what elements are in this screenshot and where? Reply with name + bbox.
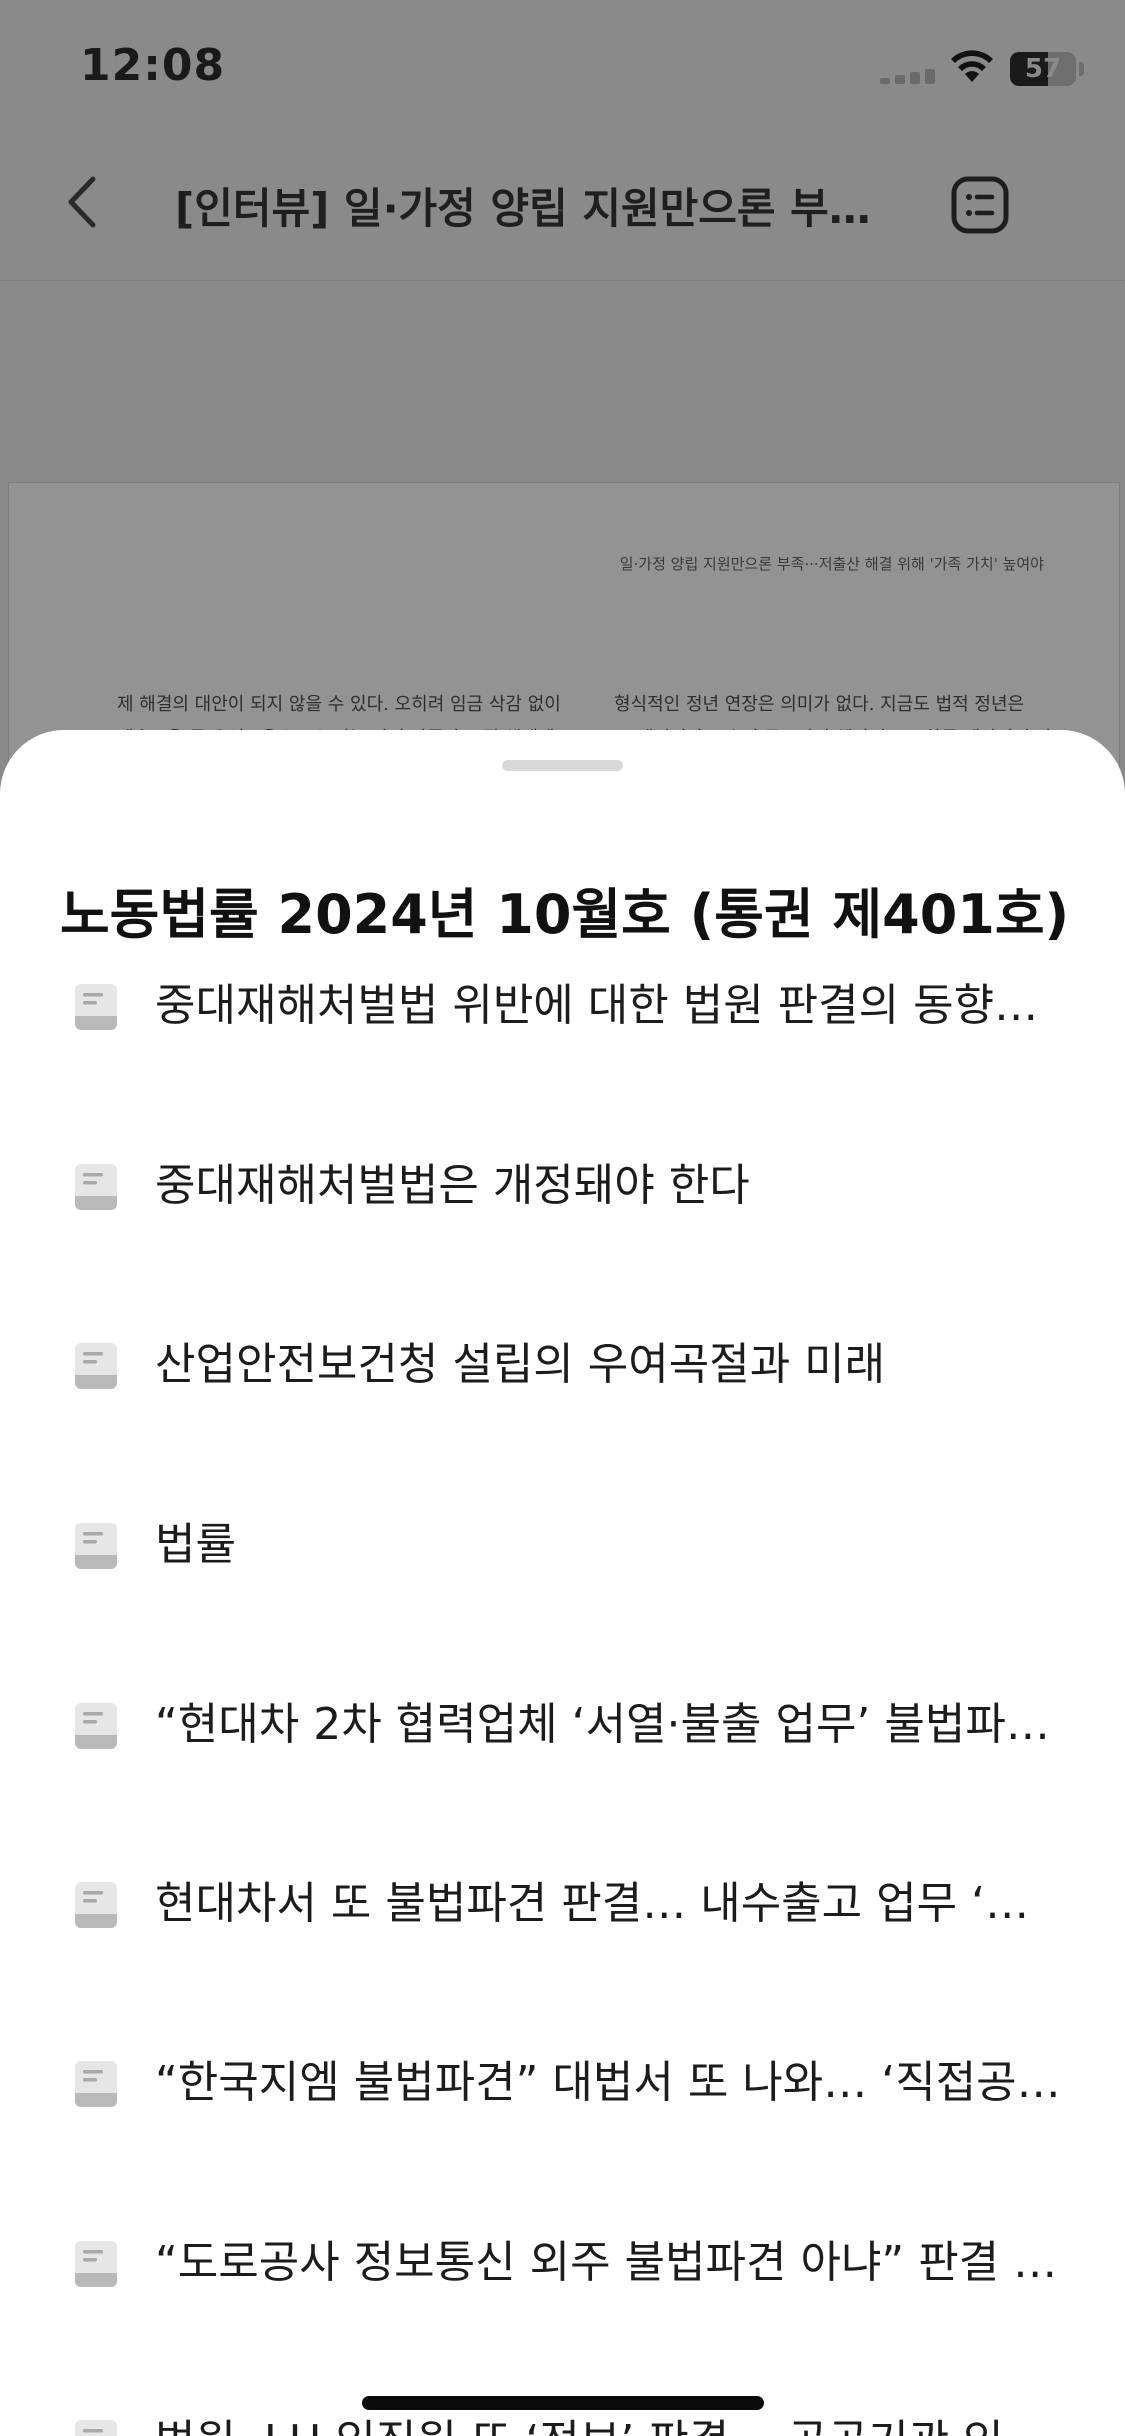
nav-bar: [인터뷰] 일·가정 양립 지원만으론 부족…저출산 해결 위해 '가족 가치'… — [0, 135, 1125, 281]
status-time: 12:08 — [80, 40, 226, 91]
toc-item-label: 중대재해처벌법 위반에 대한 법원 판결의 동향과 시사점 — [155, 980, 1063, 1031]
toc-sheet: 노동법률 2024년 10월호 (통권 제401호) 중대재해처벌법 위반에 대… — [0, 730, 1125, 2436]
toc-item[interactable]: “현대차 2차 협력업체 ‘서열·불출 업무’ 불법파견” 판결 — [0, 1674, 1125, 1784]
document-icon — [75, 2061, 117, 2107]
document-icon — [75, 2420, 117, 2436]
document-header: 일·가정 양립 지원만으론 부족···저출산 해결 위해 '가족 가치' 높여야 — [619, 555, 1044, 573]
toc-item-label: 중대재해처벌법은 개정돼야 한다 — [155, 1160, 750, 1211]
home-indicator[interactable] — [362, 2396, 764, 2410]
chevron-left-icon[interactable] — [55, 165, 115, 240]
toc-item-label: “한국지엠 불법파견” 대법서 또 나와… ‘직접공정’ 인정 — [155, 2057, 1063, 2108]
article-title: [인터뷰] 일·가정 양립 지원만으론 부족…저출산 해결 위해 '가족 가치'… — [175, 184, 895, 233]
document-icon — [75, 1523, 117, 1569]
toc-item-label: 법원, LH 임직원 또 ‘전보’ 판결… 공공기관 잇따라 — [155, 2413, 1063, 2436]
toc-item[interactable]: 중대재해처벌법은 개정돼야 한다 — [0, 1135, 1125, 1245]
table-of-contents-icon[interactable] — [950, 175, 1010, 235]
toc-item[interactable]: 중대재해처벌법 위반에 대한 법원 판결의 동향과 시사점 — [0, 955, 1125, 1065]
toc-item-label: 현대차서 또 불법파견 판결… 내수출고 업무 ‘전원 직고용’ — [155, 1878, 1063, 1929]
document-icon — [75, 2241, 117, 2287]
toc-item[interactable]: 현대차서 또 불법파견 판결… 내수출고 업무 ‘전원 직고용’ — [0, 1853, 1125, 1963]
wifi-icon — [951, 50, 993, 82]
document-icon — [75, 1164, 117, 1210]
toc-item-label: “도로공사 정보통신 외주 불법파견 아냐” 판결 확정 — [155, 2237, 1063, 2288]
document-icon — [75, 984, 117, 1030]
battery-level: 57 — [1024, 54, 1062, 84]
sheet-title: 노동법률 2024년 10월호 (통권 제401호) — [60, 883, 1070, 946]
document-icon — [75, 1882, 117, 1928]
document-icon — [75, 1343, 117, 1389]
toc-item-label: “현대차 2차 협력업체 ‘서열·불출 업무’ 불법파견” 판결 — [155, 1699, 1063, 1750]
sheet-grabber[interactable] — [502, 760, 623, 771]
cellular-signal-icon — [880, 68, 936, 84]
battery-icon: 57 — [1010, 52, 1076, 86]
toc-item[interactable]: 법률 — [0, 1494, 1125, 1604]
toc-item[interactable]: 산업안전보건청 설립의 우여곡절과 미래 — [0, 1314, 1125, 1424]
status-bar: 12:08 57 — [0, 0, 1125, 135]
document-icon — [75, 1703, 117, 1749]
document-line: 형식적인 정년 연장은 의미가 없다. 지금도 법적 정년은 — [614, 694, 1025, 715]
toc-item[interactable]: “한국지엠 불법파견” 대법서 또 나와… ‘직접공정’ 인정 — [0, 2032, 1125, 2142]
toc-item-label: 법률 — [155, 1519, 236, 1570]
toc-item-label: 산업안전보건청 설립의 우여곡절과 미래 — [155, 1339, 886, 1390]
document-line: 제 해결의 대안이 되지 않을 수 있다. 오히려 임금 삭감 없이 — [117, 694, 561, 715]
battery-cap — [1079, 62, 1084, 76]
toc-item[interactable]: “도로공사 정보통신 외주 불법파견 아냐” 판결 확정 — [0, 2212, 1125, 2322]
